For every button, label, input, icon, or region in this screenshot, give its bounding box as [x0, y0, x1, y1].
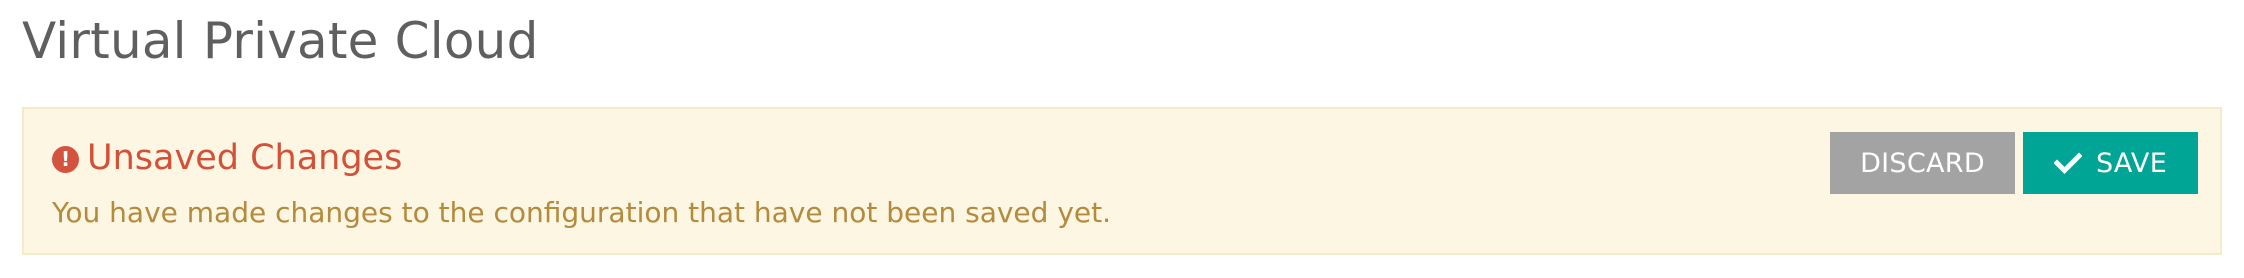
- alert-message: You have made changes to the configurati…: [52, 196, 1112, 229]
- alert-heading: ! Unsaved Changes: [52, 133, 402, 183]
- exclamation-circle-icon: !: [52, 145, 79, 173]
- discard-button[interactable]: DISCARD: [1830, 132, 2015, 194]
- save-button[interactable]: SAVE: [2023, 132, 2198, 194]
- alert-title: Unsaved Changes: [87, 138, 403, 178]
- unsaved-changes-alert: ! Unsaved Changes You have made changes …: [22, 107, 2222, 255]
- checkmark-icon: [2053, 149, 2082, 177]
- page-title: Virtual Private Cloud: [22, 12, 539, 70]
- save-button-label: SAVE: [2095, 147, 2168, 179]
- discard-button-label: DISCARD: [1860, 147, 1985, 179]
